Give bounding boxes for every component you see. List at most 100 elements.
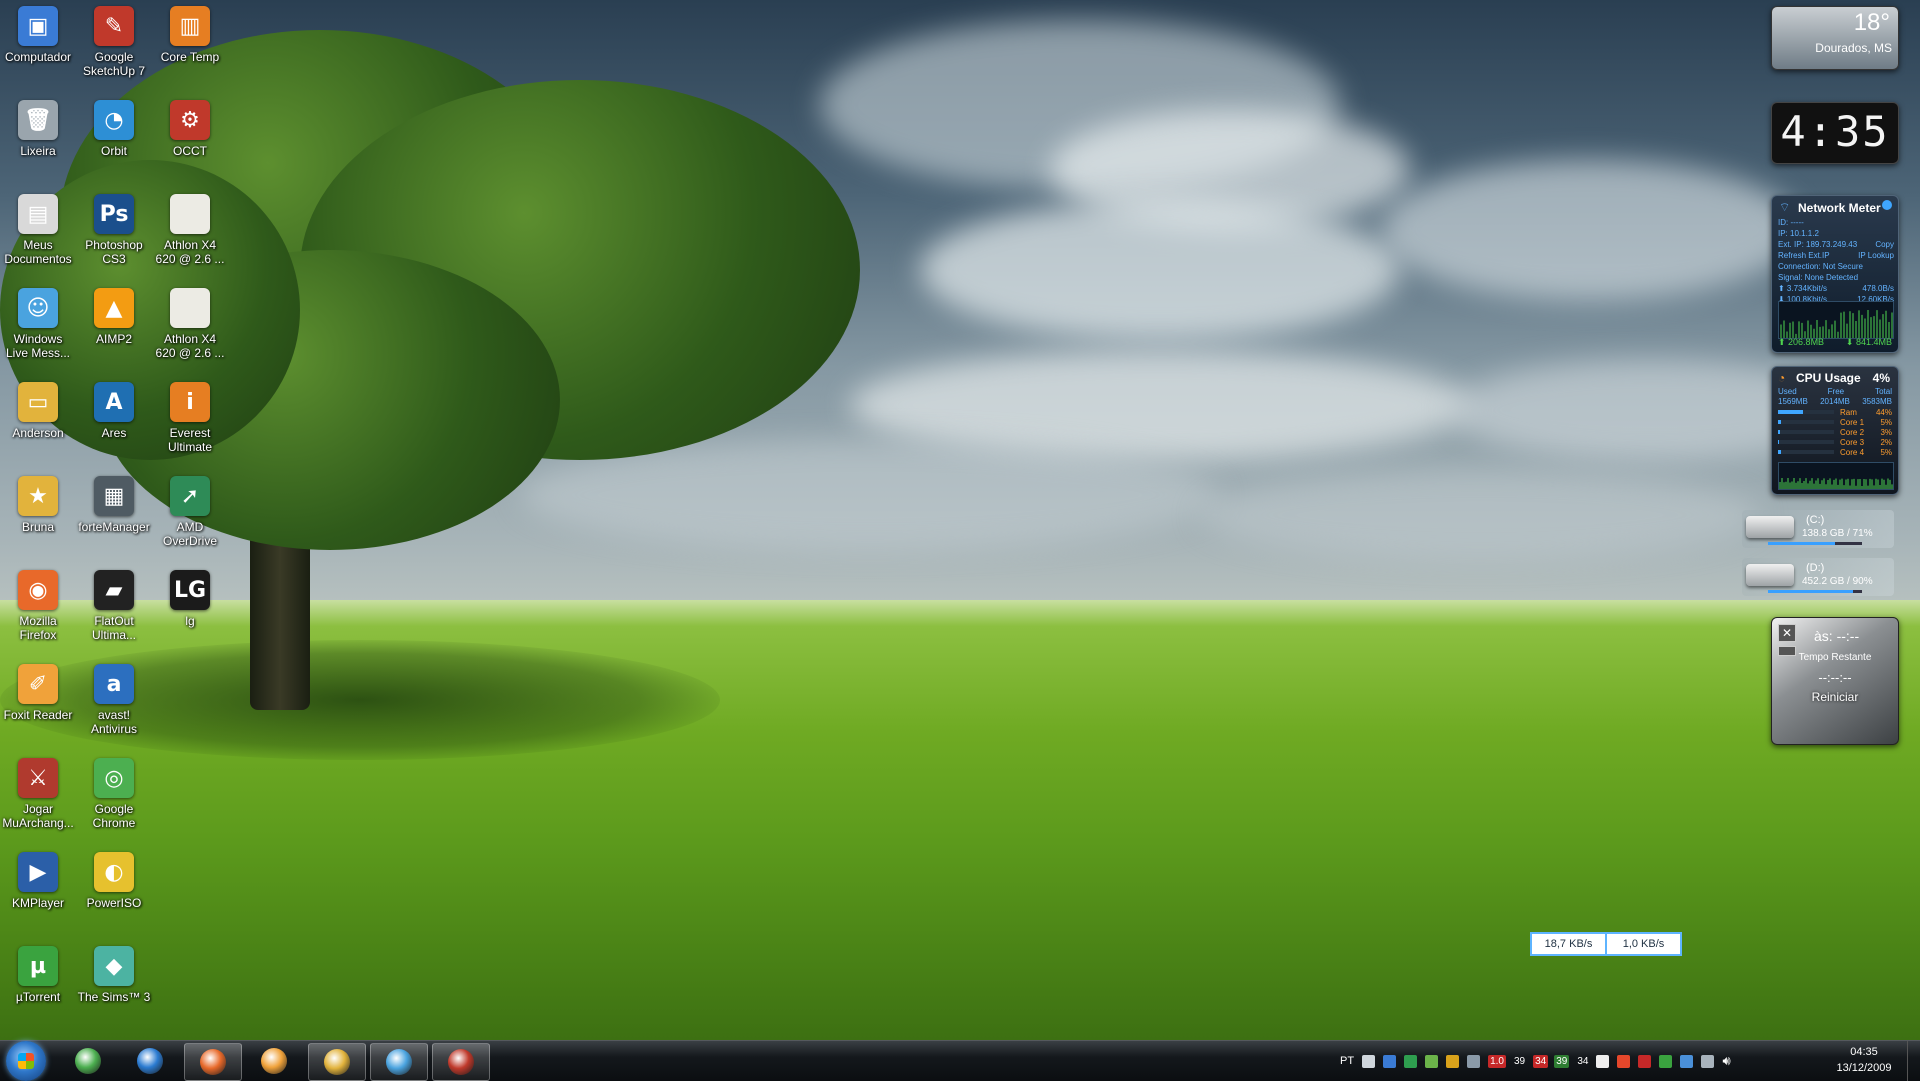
desktop-icon[interactable]: ▤ Meus Documentos	[0, 194, 76, 266]
desktop-icon[interactable]: ⚙ OCCT	[152, 100, 228, 158]
network-meter-row: Ext. IP: 189.73.249.43 Copy	[1778, 239, 1894, 250]
explorer-icon	[324, 1049, 350, 1075]
temperature-readout[interactable]: 34	[1533, 1054, 1549, 1068]
desktop-icon[interactable]: ⚔ Jogar MuArchang...	[0, 758, 76, 830]
volume-icon[interactable]: 🔊︎	[1722, 1053, 1730, 1069]
taskbar-button-internet-explorer[interactable]	[122, 1043, 178, 1079]
network-meter-gadget[interactable]: ⌔ Network Meter ID: ----- IP: 10.1.1.2 Ext…	[1771, 195, 1899, 353]
desktop-icon[interactable]: ★ Bruna	[0, 476, 76, 534]
network-status-icon[interactable]	[1383, 1054, 1397, 1068]
flag-icon[interactable]	[1596, 1054, 1610, 1068]
app-icon: ▣	[18, 6, 58, 46]
desktop-icon[interactable]: ▶ KMPlayer	[0, 852, 76, 910]
desktop-icon[interactable]: ☺ Windows Live Mess...	[0, 288, 76, 360]
desktop-icon[interactable]: ◆ The Sims™ 3	[76, 946, 152, 1004]
start-button[interactable]	[6, 1041, 46, 1081]
desktop-icon[interactable]: ▦ forteManager	[76, 476, 152, 534]
desktop-icon-label: FlatOut Ultima...	[91, 614, 136, 642]
utorrent-tray-icon[interactable]	[1659, 1054, 1673, 1068]
taskbar-button-sketchup[interactable]	[432, 1043, 490, 1081]
network-meter-value[interactable]: IP Lookup	[1858, 250, 1894, 261]
network-meter-label: Connection: Not Secure	[1778, 262, 1863, 271]
weather-gadget[interactable]: 18° Dourados, MS	[1771, 6, 1899, 70]
desktop-icon[interactable]: ◎ Google Chrome	[76, 758, 152, 830]
desktop-icon-label: Bruna	[21, 520, 55, 534]
temperature-readout[interactable]: 39	[1554, 1054, 1570, 1068]
clock-gadget[interactable]: 4:35	[1771, 102, 1899, 164]
show-desktop-button[interactable]	[1907, 1041, 1920, 1081]
hard-drive-icon	[1746, 516, 1794, 538]
desktop-icon[interactable]: Athlon X4 620 @ 2.6 ...	[152, 194, 228, 266]
speaker-warning-icon[interactable]	[1617, 1054, 1631, 1068]
network-meter-value[interactable]: Copy	[1875, 239, 1894, 250]
info-icon[interactable]	[1882, 200, 1892, 210]
app-icon: µ	[18, 946, 58, 986]
drive-item[interactable]: (D:) 452.2 GB / 90%	[1742, 558, 1894, 596]
desktop-icon[interactable]: a avast! Antivirus	[76, 664, 152, 736]
desktop-icon[interactable]: ▲ AIMP2	[76, 288, 152, 346]
desktop-icon[interactable]: Ps Photoshop CS3	[76, 194, 152, 266]
memory-header-total: Total	[1875, 387, 1892, 396]
app-icon: ✐	[18, 664, 58, 704]
display-icon[interactable]	[1701, 1054, 1715, 1068]
desktop-icon[interactable]: Athlon X4 620 @ 2.6 ...	[152, 288, 228, 360]
desktop-icon[interactable]: ▣ Computador	[0, 6, 76, 64]
windows-logo-icon	[18, 1053, 34, 1069]
taskbar-button-messenger[interactable]	[370, 1043, 428, 1081]
desktop-icon[interactable]: µ µTorrent	[0, 946, 76, 1004]
transfer-arrows-icon[interactable]	[1404, 1054, 1418, 1068]
ati-icon[interactable]	[1638, 1054, 1652, 1068]
app-icon: ✎	[94, 6, 134, 46]
shutdown-timer-gadget[interactable]: ✕ às: --:-- Tempo Restante --:--:-- Rein…	[1771, 617, 1899, 745]
desktop-icon[interactable]: ◐ PowerISO	[76, 852, 152, 910]
app-icon: ▭	[18, 382, 58, 422]
desktop-icon[interactable]: LG lg	[152, 570, 228, 628]
network-meter-value: 478.0B/s	[1862, 284, 1894, 293]
cpu-bar-track	[1778, 430, 1834, 434]
desktop-icon-label: Google SketchUp 7	[82, 50, 146, 78]
weather-city: Dourados, MS	[1815, 41, 1892, 55]
taskbar-button-explorer[interactable]	[308, 1043, 366, 1081]
keyboard-icon[interactable]	[1362, 1054, 1376, 1068]
desktop-icon-label: Everest Ultimate	[167, 426, 212, 454]
desktop-icon-label: Foxit Reader	[3, 708, 73, 722]
cpu-usage-percent: 4%	[1872, 371, 1890, 385]
desktop-icon-label: Athlon X4 620 @ 2.6 ...	[155, 332, 225, 360]
desktop-icon[interactable]: 🗑 Lixeira	[0, 100, 76, 158]
desktop-icon[interactable]: ✎ Google SketchUp 7	[76, 6, 152, 78]
temperature-readout[interactable]: 34	[1575, 1055, 1590, 1068]
desktop-icon[interactable]: ➚ AMD OverDrive	[152, 476, 228, 548]
desktop-icon[interactable]: ▰ FlatOut Ultima...	[76, 570, 152, 642]
desktop-icon[interactable]: ◉ Mozilla Firefox	[0, 570, 76, 642]
desktop-icon-label: KMPlayer	[11, 896, 64, 910]
temperature-readout[interactable]: 39	[1512, 1055, 1527, 1068]
taskbar-button-firefox[interactable]	[184, 1043, 242, 1081]
desktop-icon-label: Lixeira	[20, 144, 56, 158]
desktop-icon[interactable]: ▭ Anderson	[0, 382, 76, 440]
app-icon: ◆	[94, 946, 134, 986]
app-icon: ◎	[94, 758, 134, 798]
transfer-speed-meter[interactable]: 18,7 KB/s 1,0 KB/s	[1530, 932, 1682, 956]
desktop-icon[interactable]: ▥ Core Temp	[152, 6, 228, 64]
restart-button[interactable]: Reiniciar	[1772, 690, 1898, 704]
desktop-icon[interactable]: ◔ Orbit	[76, 100, 152, 158]
cpu-bar-name: Core 3	[1840, 437, 1865, 447]
temperature-readout[interactable]: 1.0	[1488, 1054, 1506, 1068]
drive-item[interactable]: (C:) 138.8 GB / 71%	[1742, 510, 1894, 548]
cpu-usage-gadget[interactable]: ◔ CPU Usage 4% Used Free Total 1569MB 20…	[1771, 366, 1899, 495]
close-icon[interactable]: ✕	[1778, 624, 1796, 642]
monitor-icon[interactable]	[1467, 1054, 1481, 1068]
desktop-icon[interactable]: A Ares	[76, 382, 152, 440]
desktop-icon[interactable]: i Everest Ultimate	[152, 382, 228, 454]
desktop-icon-label: Orbit	[100, 144, 127, 158]
drive-name: (C:)	[1806, 514, 1825, 526]
taskbar-button-media-player[interactable]	[246, 1043, 302, 1079]
desktop-wallpaper	[0, 0, 1920, 1080]
taskbar-button-chrome[interactable]	[60, 1043, 116, 1079]
globe-icon[interactable]	[1680, 1054, 1694, 1068]
people-icon[interactable]	[1425, 1054, 1439, 1068]
language-indicator[interactable]: PT	[1340, 1055, 1354, 1067]
desktop-icon[interactable]: ✐ Foxit Reader	[0, 664, 76, 722]
taskbar-clock[interactable]: 04:35 13/12/2009	[1820, 1044, 1908, 1076]
shield-icon[interactable]	[1446, 1054, 1460, 1068]
